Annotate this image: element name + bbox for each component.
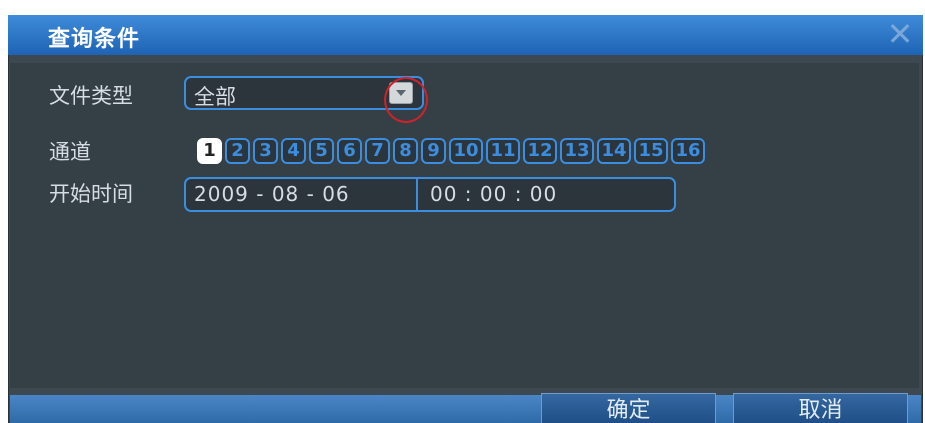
dialog-title: 查询条件 bbox=[48, 27, 141, 52]
cancel-button[interactable]: 取消 bbox=[733, 393, 908, 423]
channel-label: 通道 bbox=[49, 140, 91, 164]
date-field[interactable]: 2009 - 08 - 06 bbox=[194, 182, 350, 206]
file-type-select[interactable]: 全部 bbox=[184, 76, 424, 110]
query-dialog: 查询条件 ✕ bbox=[8, 15, 923, 423]
time-field[interactable]: 00 : 00 : 00 bbox=[430, 182, 557, 206]
start-time-label: 开始时间 bbox=[49, 182, 133, 206]
channel-button-4[interactable]: 4 bbox=[281, 138, 306, 164]
ok-button[interactable]: 确定 bbox=[541, 393, 716, 423]
channel-button-7[interactable]: 7 bbox=[365, 138, 390, 164]
channel-button-14[interactable]: 14 bbox=[597, 138, 631, 164]
date-time-divider bbox=[416, 179, 418, 210]
channel-button-1[interactable]: 1 bbox=[197, 138, 222, 164]
channel-button-9[interactable]: 9 bbox=[421, 138, 446, 164]
title-bar: 查询条件 ✕ bbox=[8, 15, 923, 55]
channel-button-11[interactable]: 11 bbox=[486, 138, 520, 164]
channel-button-6[interactable]: 6 bbox=[337, 138, 362, 164]
file-type-label: 文件类型 bbox=[49, 84, 133, 108]
channel-button-13[interactable]: 13 bbox=[560, 138, 594, 164]
channel-button-15[interactable]: 15 bbox=[634, 138, 668, 164]
channel-button-3[interactable]: 3 bbox=[253, 138, 278, 164]
channel-button-2[interactable]: 2 bbox=[225, 138, 250, 164]
channel-button-8[interactable]: 8 bbox=[393, 138, 418, 164]
channel-button-5[interactable]: 5 bbox=[309, 138, 334, 164]
channel-button-10[interactable]: 10 bbox=[449, 138, 483, 164]
close-icon[interactable]: ✕ bbox=[885, 18, 915, 50]
file-type-value: 全部 bbox=[194, 85, 236, 109]
dialog-body bbox=[10, 63, 919, 388]
channel-button-16[interactable]: 16 bbox=[671, 138, 705, 164]
start-time-field[interactable]: 2009 - 08 - 06 00 : 00 : 00 bbox=[184, 177, 676, 212]
chevron-down-icon[interactable] bbox=[389, 82, 413, 104]
channel-button-12[interactable]: 12 bbox=[523, 138, 557, 164]
